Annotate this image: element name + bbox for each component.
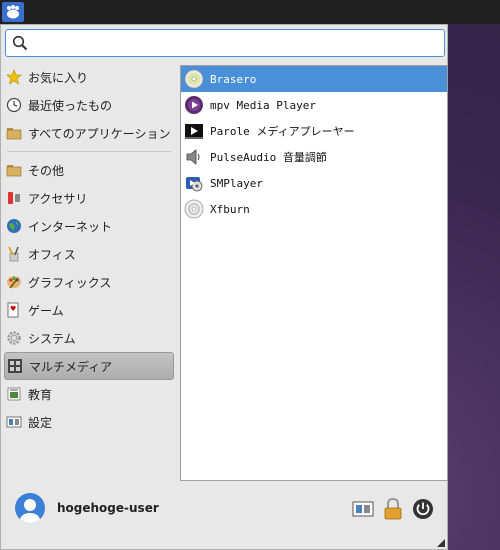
star-icon: [6, 69, 22, 85]
category-multimedia[interactable]: マルチメディア: [4, 352, 174, 380]
smplayer-icon: [186, 177, 203, 192]
category-settings[interactable]: 設定: [1, 408, 177, 436]
search-icon: [12, 35, 28, 51]
whisker-menu-button[interactable]: [2, 2, 24, 22]
game-icon: ♥: [7, 302, 19, 318]
lock-icon: [384, 498, 402, 520]
lock-screen-button[interactable]: [381, 497, 405, 521]
category-games[interactable]: ♥ ゲーム: [1, 296, 177, 324]
folder-icon: [6, 128, 22, 140]
xfce-mouse-icon: [7, 5, 19, 19]
app-item-brasero[interactable]: Brasero: [181, 66, 447, 92]
power-icon: [413, 499, 433, 519]
category-internet[interactable]: インターネット: [1, 212, 177, 240]
search-input[interactable]: [34, 33, 438, 55]
category-accessories[interactable]: アクセサリ: [1, 184, 177, 212]
globe-icon: [7, 219, 21, 233]
app-label: mpv Media Player: [210, 98, 316, 112]
app-item-xfburn[interactable]: Xfburn: [181, 196, 447, 222]
accessories-icon: [8, 192, 20, 204]
app-label: SMPlayer: [210, 176, 263, 190]
app-item-parole[interactable]: Parole メディアプレーヤー: [181, 118, 447, 144]
category-label: アクセサリ: [28, 191, 88, 206]
avatar[interactable]: [15, 493, 45, 523]
app-item-mpv[interactable]: mpv Media Player: [181, 92, 447, 118]
category-label: オフィス: [28, 247, 76, 262]
app-label: Parole メディアプレーヤー: [210, 125, 355, 138]
disc-icon: [184, 69, 204, 89]
app-label: Brasero: [210, 72, 257, 86]
search-box[interactable]: [5, 29, 445, 57]
folder-icon: [6, 165, 22, 177]
category-label: 教育: [28, 387, 53, 402]
settings-icon: [6, 416, 22, 428]
category-label: ゲーム: [28, 303, 64, 318]
education-icon: [7, 387, 21, 401]
application-list: Brasero mpv Media Player Parole メディアプレーヤ…: [180, 65, 448, 481]
menu-footer: hogehoge-user: [1, 491, 447, 549]
app-item-pulseaudio[interactable]: PulseAudio 音量調節: [181, 144, 447, 170]
app-label: PulseAudio 音量調節: [210, 151, 327, 164]
parole-icon: [185, 124, 203, 139]
multimedia-icon: [8, 359, 22, 373]
app-label: Xfburn: [210, 202, 250, 216]
category-label: お気に入り: [28, 70, 89, 85]
app-item-smplayer[interactable]: SMPlayer: [181, 170, 447, 196]
svg-text:♥: ♥: [10, 305, 16, 313]
category-separator: [7, 151, 171, 152]
burn-icon: [184, 199, 204, 219]
user-icon: [20, 499, 40, 523]
category-education[interactable]: 教育: [1, 380, 177, 408]
category-list: お気に入り 最近使ったもの すべてのアプリケーション その他 アクセサリ インタ…: [1, 63, 177, 436]
category-label: グラフィックス: [28, 275, 112, 290]
clock-icon: [6, 97, 22, 113]
speaker-icon: [186, 149, 200, 165]
settings-icon: [352, 501, 374, 517]
category-label: その他: [28, 163, 65, 178]
category-office[interactable]: オフィス: [1, 240, 177, 268]
category-all-applications[interactable]: すべてのアプリケーション: [1, 119, 177, 147]
category-other[interactable]: その他: [1, 156, 177, 184]
resize-grip-icon[interactable]: [437, 539, 445, 547]
category-label: 最近使ったもの: [28, 98, 113, 113]
category-label: インターネット: [28, 219, 113, 234]
top-panel: [0, 0, 500, 24]
settings-manager-button[interactable]: [351, 497, 375, 521]
application-menu: お気に入り 最近使ったもの すべてのアプリケーション その他 アクセサリ インタ…: [0, 24, 448, 550]
palette-icon: [7, 276, 21, 289]
gear-icon: [7, 331, 21, 345]
category-label: 設定: [28, 415, 53, 430]
category-favorites[interactable]: お気に入り: [1, 63, 177, 91]
category-label: マルチメディア: [29, 359, 113, 374]
mpv-icon: [185, 96, 203, 114]
category-system[interactable]: システム: [1, 324, 177, 352]
category-graphics[interactable]: グラフィックス: [1, 268, 177, 296]
power-button[interactable]: [411, 497, 435, 521]
category-label: システム: [28, 331, 76, 346]
username: hogehoge-user: [57, 501, 159, 515]
office-icon: [8, 246, 19, 262]
category-recent[interactable]: 最近使ったもの: [1, 91, 177, 119]
category-label: すべてのアプリケーション: [28, 126, 171, 141]
